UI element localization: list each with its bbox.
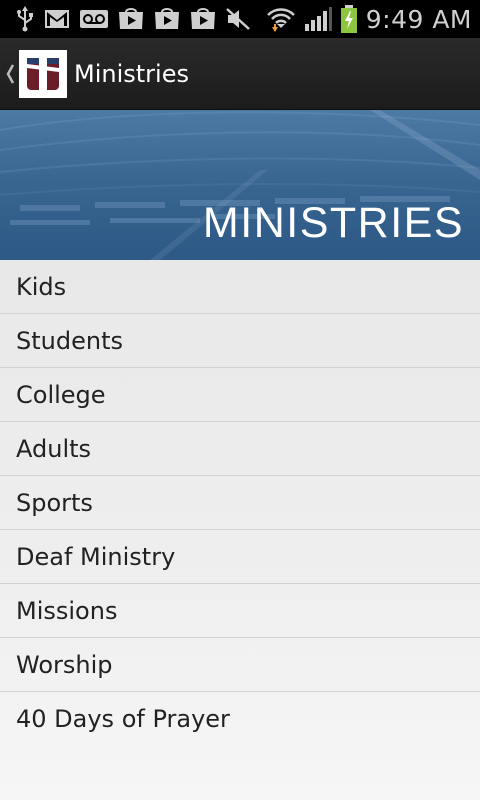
page-title: Ministries: [74, 59, 189, 88]
wifi-icon: [266, 6, 296, 32]
app-logo[interactable]: [19, 49, 67, 98]
list-item-sports[interactable]: Sports: [0, 476, 480, 530]
list-item-missions[interactable]: Missions: [0, 584, 480, 638]
usb-icon: [16, 6, 34, 32]
list-item-kids[interactable]: Kids: [0, 260, 480, 314]
list-item-deaf-ministry[interactable]: Deaf Ministry: [0, 530, 480, 584]
mute-icon: [226, 6, 250, 32]
voicemail-icon: [80, 6, 108, 32]
list-item-adults[interactable]: Adults: [0, 422, 480, 476]
action-bar: Ministries: [0, 38, 480, 110]
list-item-students[interactable]: Students: [0, 314, 480, 368]
banner-title: MINISTRIES: [202, 199, 464, 247]
signal-icon: [304, 6, 332, 32]
ministries-list: Kids Students College Adults Sports Deaf…: [0, 260, 480, 800]
notification-icons: [16, 6, 266, 32]
list-item-worship[interactable]: Worship: [0, 638, 480, 692]
status-clock: 9:49 AM: [365, 4, 472, 34]
status-bar: 9:49 AM: [0, 0, 480, 38]
ministries-banner: MINISTRIES: [0, 110, 480, 260]
list-item-college[interactable]: College: [0, 368, 480, 422]
battery-charging-icon: [340, 5, 358, 33]
back-chevron-icon[interactable]: [2, 38, 18, 110]
play-store-icon: [154, 6, 180, 32]
gmail-icon: [44, 6, 70, 32]
play-store-icon: [118, 6, 144, 32]
play-store-icon: [190, 6, 216, 32]
list-item-40-days-of-prayer[interactable]: 40 Days of Prayer: [0, 692, 480, 746]
